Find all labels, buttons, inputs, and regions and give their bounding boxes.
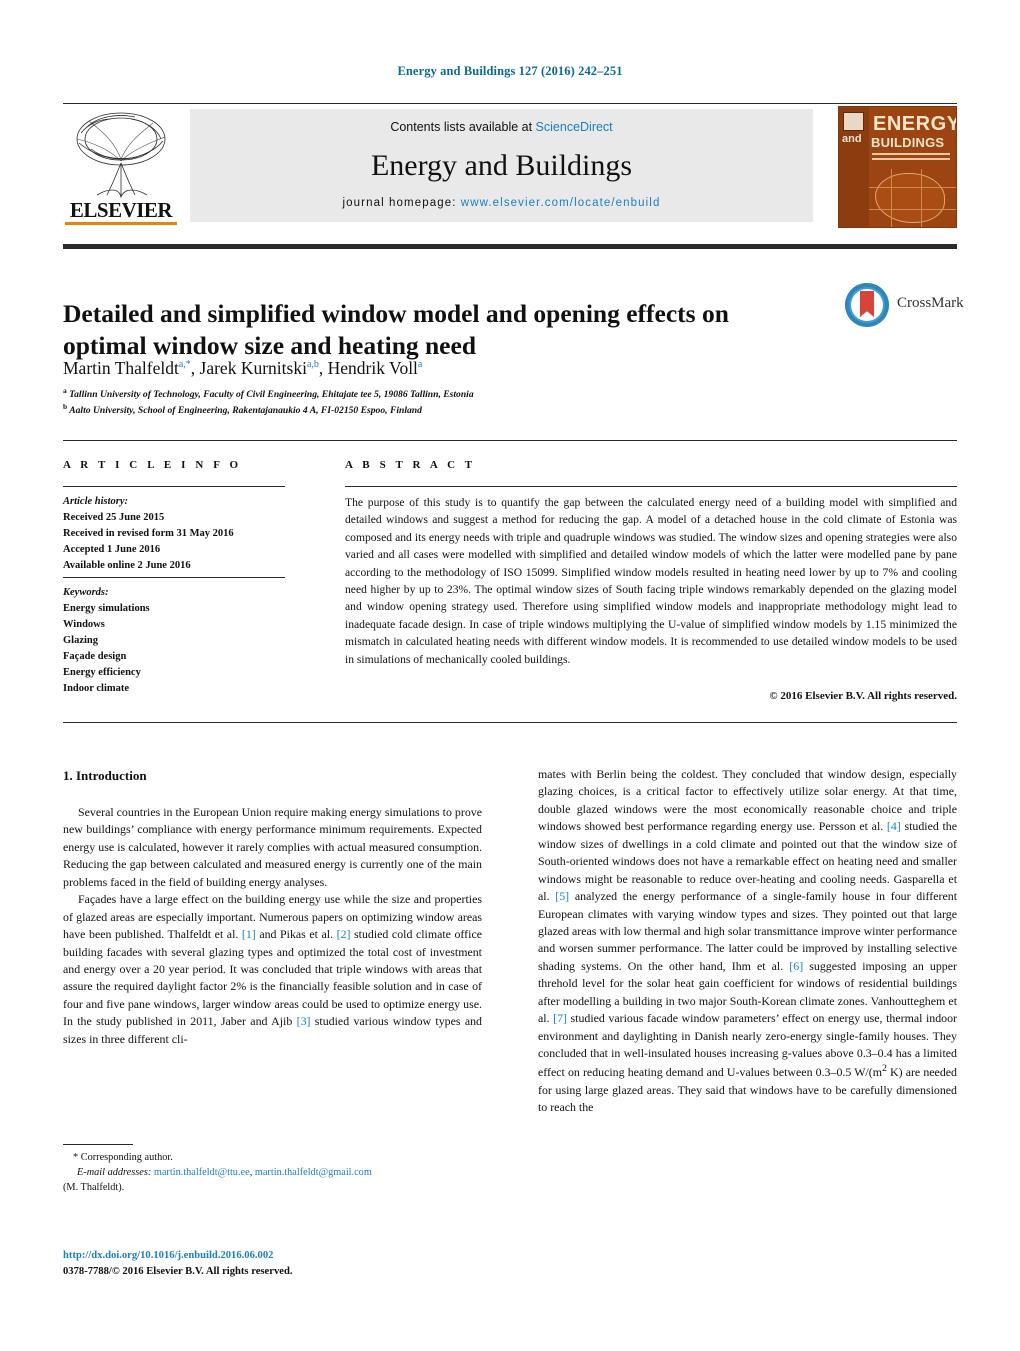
- citation-link[interactable]: [7]: [553, 1011, 567, 1025]
- author-list: Martin Thalfeldta,*, Jarek Kurnitskia,b,…: [63, 358, 423, 378]
- journal-masthead: ELSEVIER Contents lists available at Sci…: [63, 103, 957, 228]
- journal-homepage-link[interactable]: www.elsevier.com/locate/enbuild: [461, 197, 661, 209]
- email-attribution: (M. Thalfeldt).: [63, 1182, 125, 1194]
- email-link-primary[interactable]: martin.thalfeldt@ttu.ee: [154, 1167, 250, 1178]
- info-top-rule: [63, 440, 957, 441]
- footer-block: http://dx.doi.org/10.1016/j.enbuild.2016…: [63, 1248, 523, 1280]
- crossmark-label: CrossMark: [897, 295, 964, 311]
- body-paragraph-with-citations: mates with Berlin being the coldest. The…: [538, 767, 958, 1115]
- author-name[interactable]: Jarek Kurnitski: [200, 358, 307, 378]
- masthead-top-rule: [63, 103, 957, 104]
- author-marks: a,b: [306, 359, 319, 371]
- running-head: Energy and Buildings 127 (2016) 242–251: [397, 64, 623, 78]
- article-title: Detailed and simplified window model and…: [63, 299, 729, 361]
- cover-subtitle-lines: [872, 153, 950, 163]
- corresponding-author-note: * Corresponding author.: [73, 1152, 173, 1163]
- affiliation-mark: b: [63, 402, 68, 412]
- section-heading-introduction: 1. Introduction: [63, 768, 147, 783]
- affiliation-list: a Tallinn University of Technology, Facu…: [63, 386, 823, 418]
- author-name[interactable]: Martin Thalfeldt: [63, 358, 179, 378]
- affiliation-item: b Aalto University, School of Engineerin…: [63, 402, 823, 418]
- elsevier-tree-icon: [67, 109, 175, 201]
- journal-title: Energy and Buildings: [370, 149, 633, 182]
- body-paragraph-with-citations: Façades have a large effect on the build…: [63, 892, 483, 1046]
- article-history-label: Article history:: [63, 496, 129, 507]
- info-bottom-rule: [63, 722, 957, 723]
- citation-link[interactable]: [5]: [555, 889, 569, 903]
- affiliation-text: Aalto University, School of Engineering,…: [69, 405, 422, 417]
- email-line: E-mail addresses: martin.thalfeldt@ttu.e…: [77, 1167, 372, 1179]
- footnote-block: * Corresponding author. E-mail addresses…: [63, 1150, 483, 1195]
- history-item: Received in revised form 31 May 2016: [63, 527, 234, 539]
- elsevier-logo: ELSEVIER: [63, 109, 179, 225]
- contents-available-line: Contents lists available at ScienceDirec…: [190, 120, 813, 134]
- article-info-rule: [63, 486, 285, 487]
- cover-and-label: and: [842, 133, 862, 145]
- article-history-block: Article history: Received 25 June 2015 R…: [63, 494, 293, 574]
- journal-homepage-line: journal homepage: www.elsevier.com/locat…: [190, 197, 813, 209]
- affiliation-mark: a: [63, 386, 67, 395]
- body-paragraph: Several countries in the European Union …: [63, 805, 482, 889]
- issn-copyright-line: 0378-7788/© 2016 Elsevier B.V. All right…: [63, 1265, 293, 1277]
- author-name[interactable]: Hendrik Voll: [328, 358, 418, 378]
- cover-energy-label: ENERGY: [873, 113, 957, 135]
- keyword-item[interactable]: Glazing: [63, 633, 293, 649]
- citation-link[interactable]: [2]: [337, 927, 351, 941]
- citation-link[interactable]: [6]: [789, 959, 803, 973]
- crossmark-badge[interactable]: CrossMark: [845, 281, 964, 333]
- keyword-item[interactable]: Energy simulations: [63, 601, 293, 617]
- affiliation-item: a Tallinn University of Technology, Facu…: [63, 386, 823, 402]
- history-item: Received 25 June 2015: [63, 511, 165, 523]
- keyword-item[interactable]: Windows: [63, 617, 293, 633]
- cover-grid-line: [891, 169, 892, 227]
- abstract-heading: A B S T R A C T: [345, 459, 476, 471]
- title-rule: [63, 244, 957, 249]
- cover-grid-line: [921, 169, 922, 227]
- citation-link[interactable]: [1]: [242, 927, 256, 941]
- abstract-rule: [345, 486, 957, 487]
- body-column-right: mates with Berlin being the coldest. The…: [538, 766, 957, 1117]
- keywords-label: Keywords:: [63, 587, 109, 598]
- sciencedirect-link[interactable]: ScienceDirect: [536, 120, 613, 134]
- footnote-rule: [63, 1144, 133, 1145]
- author-marks: a: [417, 359, 423, 371]
- journal-article-page: Energy and Buildings 127 (2016) 242–251: [0, 0, 1020, 1351]
- journal-cover-thumbnail: and ENERGY BUILDINGS: [838, 106, 957, 228]
- cover-artwork: [869, 169, 956, 227]
- elsevier-wordmark: ELSEVIER: [69, 198, 173, 222]
- cover-grid-line: [869, 209, 956, 210]
- keywords-block: Keywords: Energy simulations Windows Gla…: [63, 585, 293, 697]
- author-marks: a,*: [178, 359, 191, 371]
- cover-buildings-label: BUILDINGS: [871, 135, 945, 150]
- citation-link[interactable]: [4]: [887, 819, 901, 833]
- crossmark-icon: [845, 283, 889, 327]
- cover-grid-line: [869, 187, 956, 188]
- contents-prefix: Contents lists available at: [390, 120, 536, 134]
- keyword-item[interactable]: Façade design: [63, 649, 293, 665]
- homepage-prefix: journal homepage:: [342, 197, 461, 209]
- email-label: E-mail addresses:: [77, 1167, 152, 1179]
- article-info-heading: A R T I C L E I N F O: [63, 459, 242, 471]
- keyword-item[interactable]: Indoor climate: [63, 681, 293, 697]
- email-link-secondary[interactable]: martin.thalfeldt@gmail.com: [255, 1167, 372, 1178]
- contents-band: Contents lists available at ScienceDirec…: [190, 109, 813, 222]
- citation-link[interactable]: [3]: [297, 1014, 311, 1028]
- keywords-rule: [63, 577, 285, 578]
- keyword-item[interactable]: Energy efficiency: [63, 665, 293, 681]
- history-item: Available online 2 June 2016: [63, 559, 191, 571]
- cover-artwork-shape: [875, 173, 945, 223]
- abstract-copyright: © 2016 Elsevier B.V. All rights reserved…: [769, 690, 957, 702]
- cover-badge-icon: [843, 112, 864, 131]
- elsevier-orange-bar: [65, 222, 177, 225]
- history-item: Accepted 1 June 2016: [63, 543, 161, 555]
- doi-link[interactable]: http://dx.doi.org/10.1016/j.enbuild.2016…: [63, 1248, 523, 1264]
- abstract-text: The purpose of this study is to quantify…: [345, 496, 957, 666]
- affiliation-text: Tallinn University of Technology, Facult…: [69, 389, 474, 401]
- body-column-left: 1. Introduction Several countries in the…: [63, 766, 482, 1048]
